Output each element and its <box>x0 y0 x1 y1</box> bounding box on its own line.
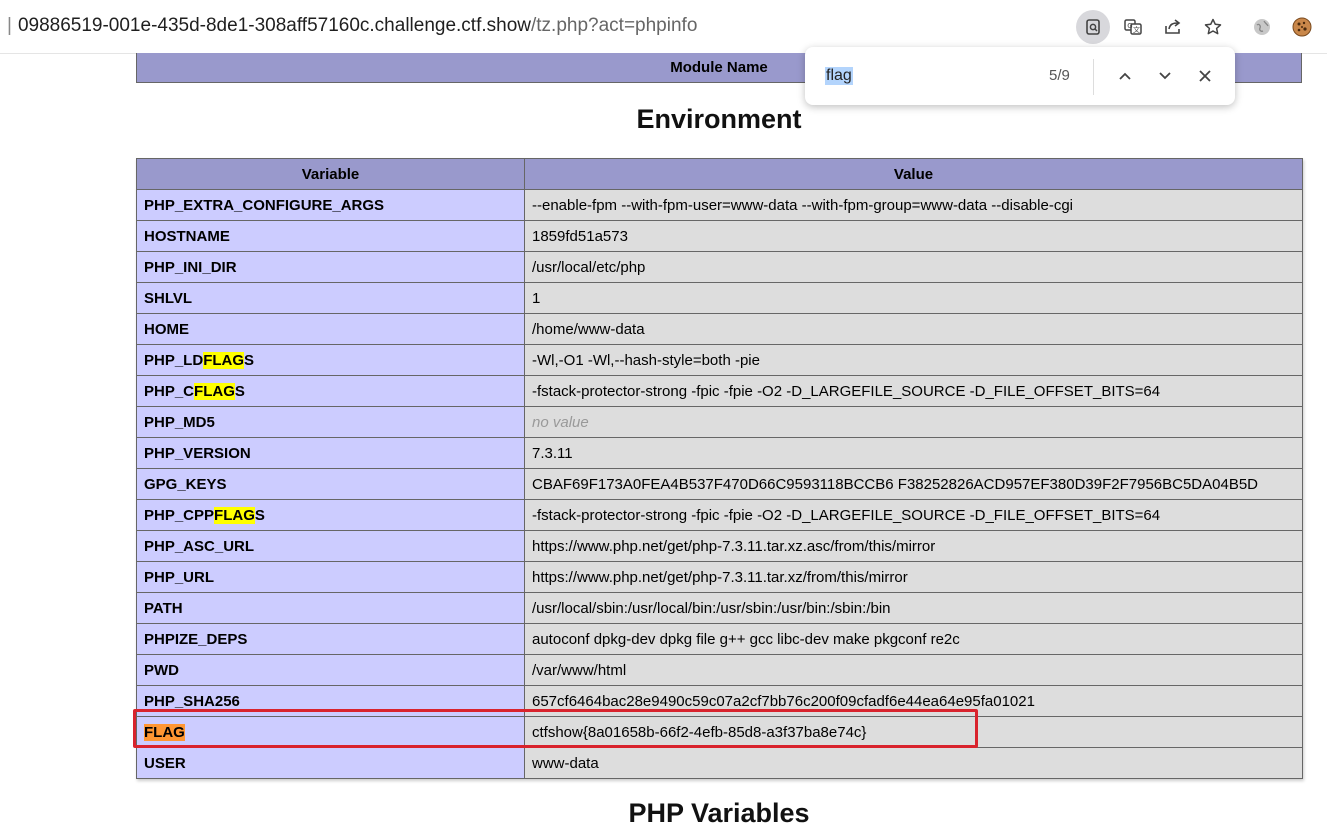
table-row: USER www-data <box>136 747 1303 779</box>
table-row: PWD /var/www/html <box>136 654 1303 686</box>
address-bar[interactable]: | 09886519-001e-435d-8de1-308aff57160c.ch… <box>0 0 1327 54</box>
bookmark-star-icon[interactable] <box>1196 10 1230 44</box>
variable-value: /var/www/html <box>524 654 1303 686</box>
variable-value: 1 <box>524 282 1303 314</box>
url-host: 09886519-001e-435d-8de1-308aff57160c.cha… <box>17 15 531 36</box>
name-prefix: PHP_CPP <box>144 506 215 524</box>
variable-name: PHPIZE_DEPS <box>136 623 525 655</box>
name-prefix: PHP_LD <box>144 351 204 369</box>
table-row: PATH /usr/local/sbin:/usr/local/bin:/usr… <box>136 592 1303 624</box>
table-row: PHP_INI_DIR /usr/local/etc/php <box>136 251 1303 283</box>
variable-value: /home/www-data <box>524 313 1303 345</box>
variable-name: PHP_MD5 <box>136 406 525 438</box>
translate-icon[interactable]: G文 <box>1116 10 1150 44</box>
variable-value: autoconf dpkg-dev dpkg file g++ gcc libc… <box>524 623 1303 655</box>
find-bar: flag 5/9 <box>805 47 1235 105</box>
variable-name: HOSTNAME <box>136 220 525 252</box>
find-match-highlight: FLAG <box>214 506 255 524</box>
variable-value: 7.3.11 <box>524 437 1303 469</box>
name-suffix: S <box>234 382 245 400</box>
svg-text:G: G <box>1127 22 1132 30</box>
annotation-red-box <box>133 709 978 748</box>
table-header-row: Variable Value <box>136 158 1303 190</box>
section-title-environment: Environment <box>636 104 802 134</box>
variable-name: PHP_INI_DIR <box>136 251 525 283</box>
variable-value: https://www.php.net/get/php-7.3.11.tar.x… <box>524 530 1303 562</box>
variable-value: 1859fd51a573 <box>524 220 1303 252</box>
name-prefix: PHP_C <box>144 382 195 400</box>
find-match-highlight: FLAG <box>194 382 235 400</box>
table-row: PHP_LDFLAGS -Wl,-O1 -Wl,--hash-style=bot… <box>136 344 1303 376</box>
find-match-highlight: FLAG <box>203 351 245 369</box>
variable-name: PHP_ASC_URL <box>136 530 525 562</box>
name-suffix: S <box>244 351 255 369</box>
variable-value-empty: no value <box>524 406 1303 438</box>
variable-name: USER <box>136 747 525 779</box>
variable-name: PHP_LDFLAGS <box>136 344 525 376</box>
variable-name: PHP_URL <box>136 561 525 593</box>
variable-name: PATH <box>136 592 525 624</box>
variable-name: PWD <box>136 654 525 686</box>
column-header-value: Value <box>524 158 1303 190</box>
table-row: GPG_KEYS CBAF69F173A0FEA4B537F470D66C959… <box>136 468 1303 500</box>
chevron-down-icon[interactable] <box>1153 64 1177 88</box>
variable-name: SHLVL <box>136 282 525 314</box>
find-input[interactable]: flag <box>825 67 853 85</box>
table-row: PHPIZE_DEPS autoconf dpkg-dev dpkg file … <box>136 623 1303 655</box>
table-row: PHP_CPPFLAGS -fstack-protector-strong -f… <box>136 499 1303 531</box>
variable-value: -fstack-protector-strong -fpic -fpie -O2… <box>524 375 1303 407</box>
variable-value: /usr/local/etc/php <box>524 251 1303 283</box>
environment-table: Variable Value PHP_EXTRA_CONFIGURE_ARGS … <box>136 158 1303 779</box>
variable-value: -Wl,-O1 -Wl,--hash-style=both -pie <box>524 344 1303 376</box>
table-row: HOSTNAME 1859fd51a573 <box>136 220 1303 252</box>
chevron-up-icon[interactable] <box>1113 64 1137 88</box>
share-icon[interactable] <box>1156 10 1190 44</box>
url-text[interactable]: | 09886519-001e-435d-8de1-308aff57160c.ch… <box>7 14 697 38</box>
variable-value: www-data <box>524 747 1303 779</box>
text-cursor: | <box>7 15 12 36</box>
variable-value: -fstack-protector-strong -fpic -fpie -O2… <box>524 499 1303 531</box>
name-suffix: S <box>254 506 265 524</box>
variable-value: https://www.php.net/get/php-7.3.11.tar.x… <box>524 561 1303 593</box>
table-row: HOME /home/www-data <box>136 313 1303 345</box>
url-path: /tz.php?act=phpinfo <box>531 15 698 36</box>
variable-name: PHP_CPPFLAGS <box>136 499 525 531</box>
find-divider <box>1093 59 1094 95</box>
variable-name: HOME <box>136 313 525 345</box>
cookie-extension-icon[interactable] <box>1285 10 1319 44</box>
variable-value: CBAF69F173A0FEA4B537F470D66C9593118BCCB6… <box>524 468 1303 500</box>
find-match-count: 5/9 <box>1049 67 1070 84</box>
section-title-php-variables: PHP Variables <box>628 798 810 828</box>
table-row: PHP_MD5 no value <box>136 406 1303 438</box>
table-row: PHP_ASC_URL https://www.php.net/get/php-… <box>136 530 1303 562</box>
svg-text:文: 文 <box>1133 25 1140 34</box>
column-header-variable: Variable <box>136 158 525 190</box>
variable-name: PHP_CFLAGS <box>136 375 525 407</box>
variable-name: PHP_VERSION <box>136 437 525 469</box>
table-row: PHP_VERSION 7.3.11 <box>136 437 1303 469</box>
find-in-page-icon[interactable] <box>1076 10 1110 44</box>
table-row: PHP_EXTRA_CONFIGURE_ARGS --enable-fpm --… <box>136 189 1303 221</box>
table-row: PHP_CFLAGS -fstack-protector-strong -fpi… <box>136 375 1303 407</box>
table-row: SHLVL 1 <box>136 282 1303 314</box>
close-icon[interactable] <box>1193 64 1217 88</box>
variable-value: --enable-fpm --with-fpm-user=www-data --… <box>524 189 1303 221</box>
extension-globe-icon[interactable] <box>1245 10 1279 44</box>
table-row: PHP_URL https://www.php.net/get/php-7.3.… <box>136 561 1303 593</box>
variable-value: /usr/local/sbin:/usr/local/bin:/usr/sbin… <box>524 592 1303 624</box>
variable-name: PHP_EXTRA_CONFIGURE_ARGS <box>136 189 525 221</box>
variable-name: GPG_KEYS <box>136 468 525 500</box>
